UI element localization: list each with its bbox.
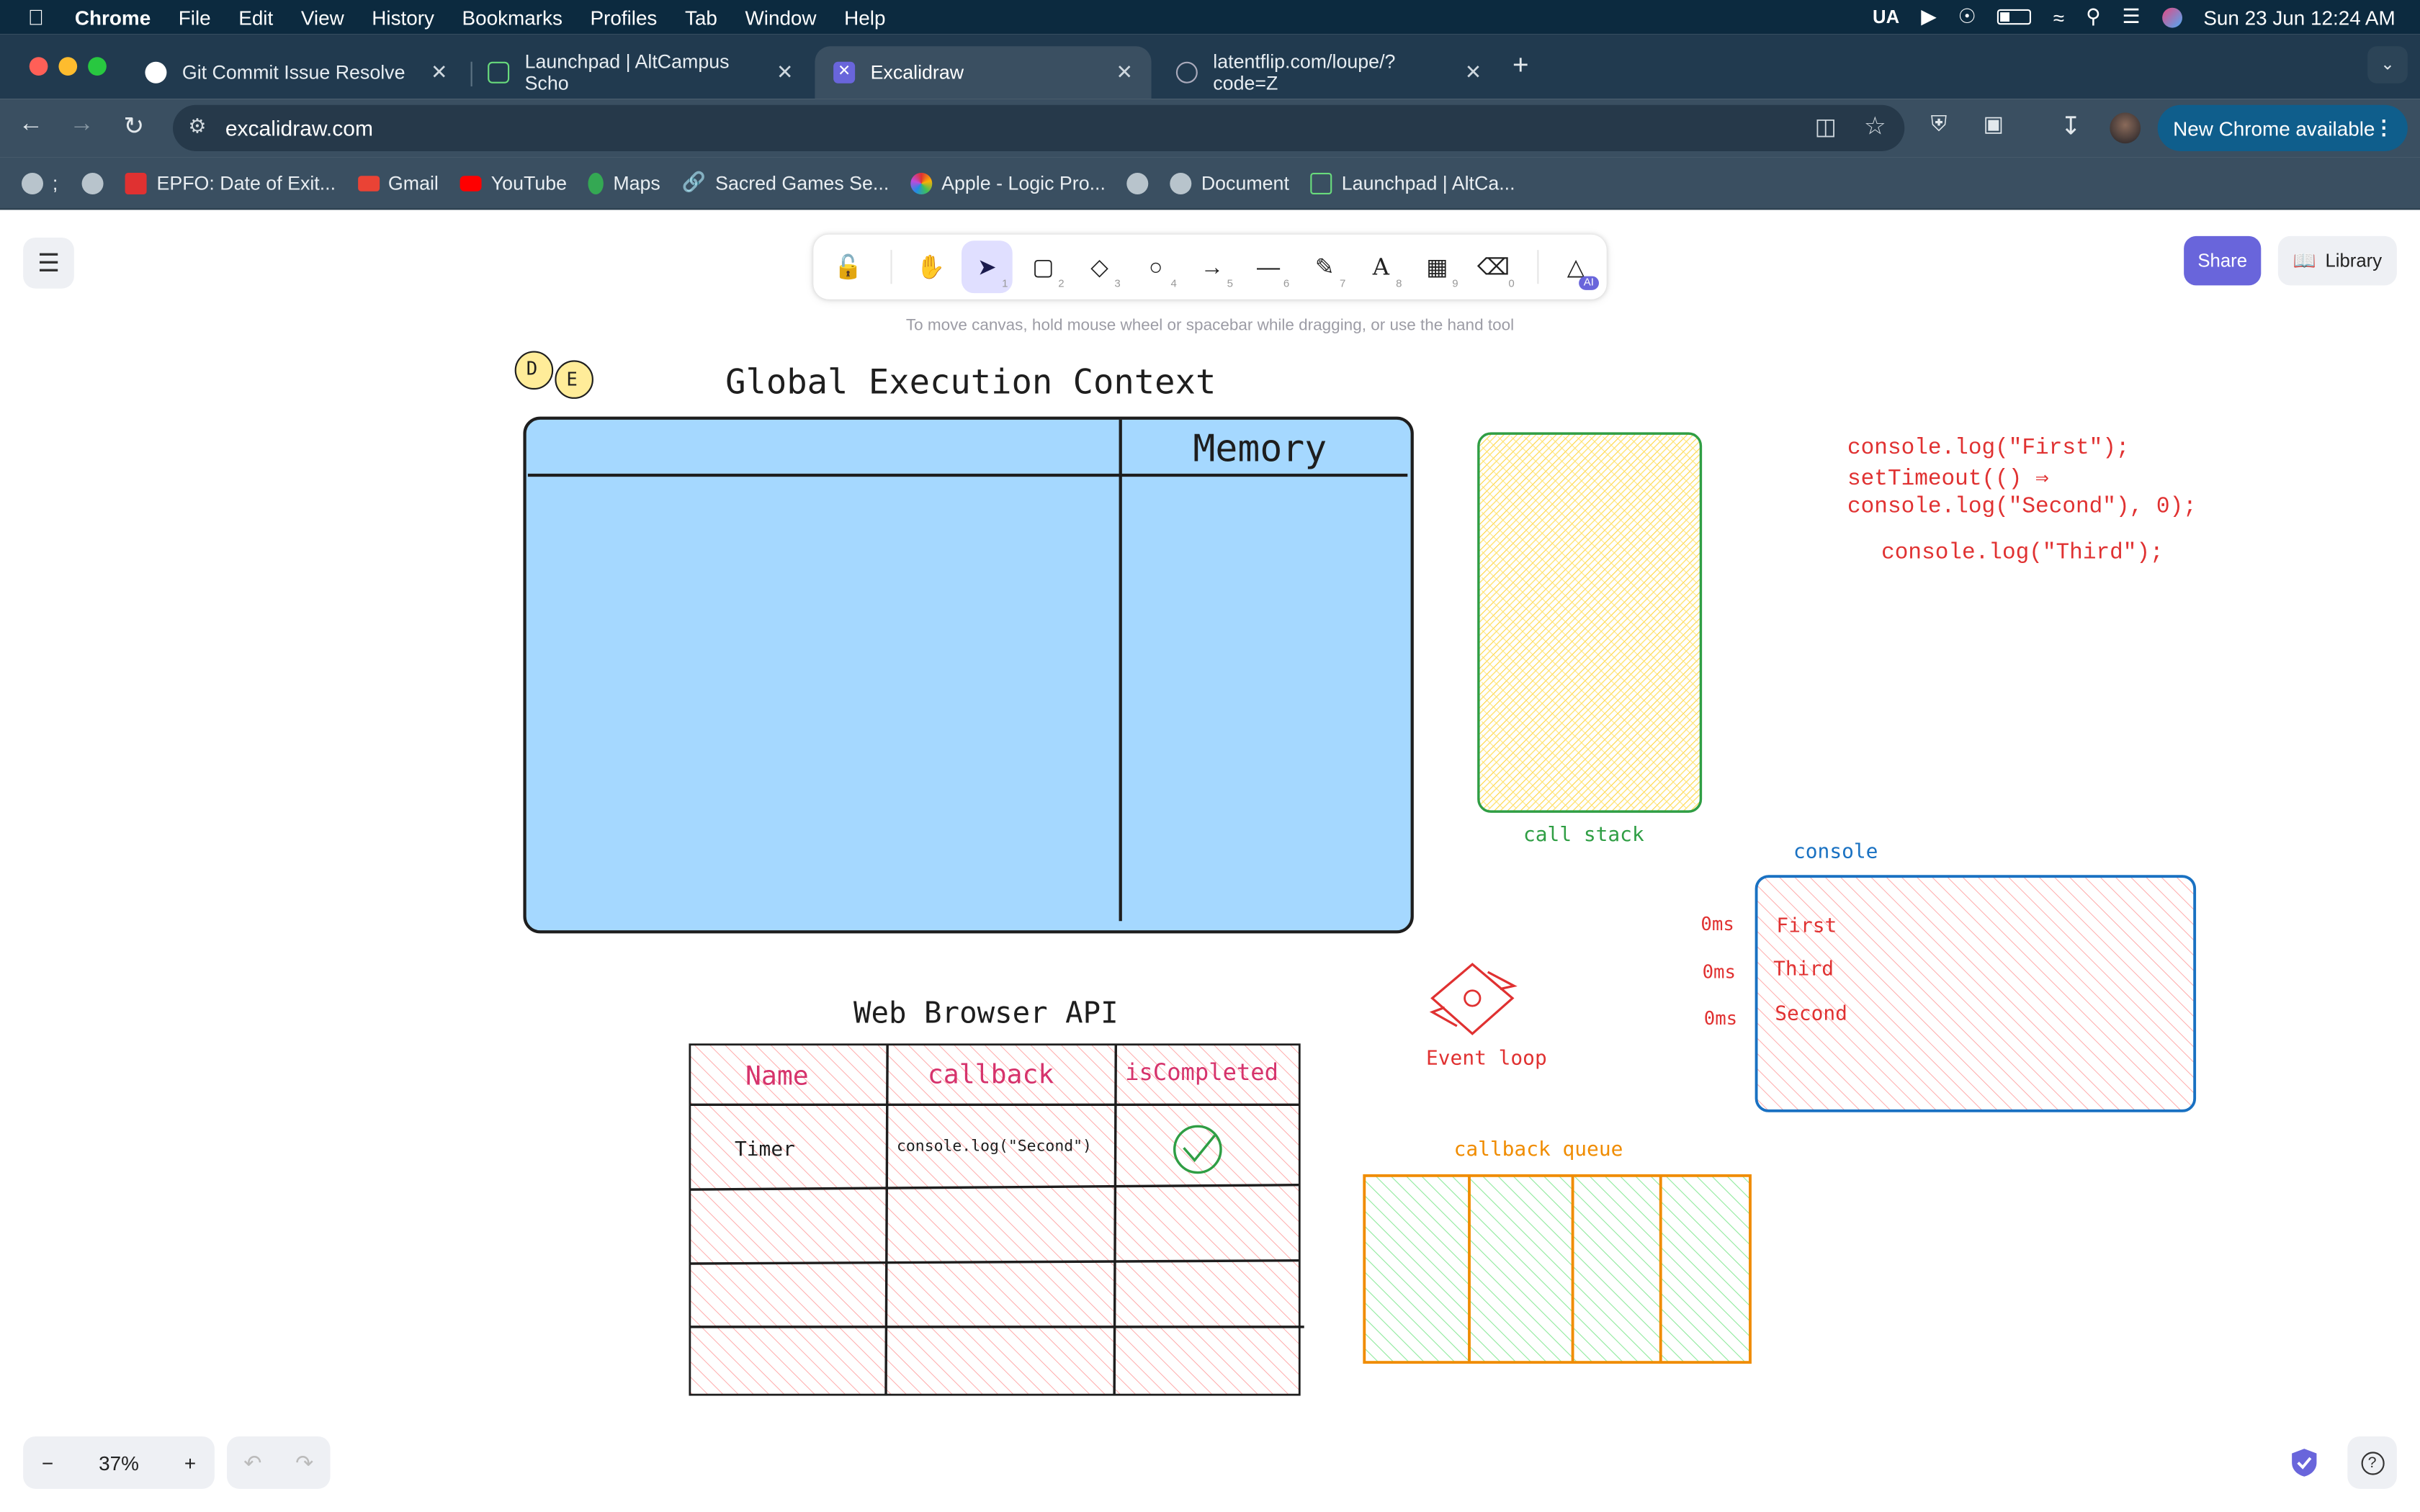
callback-queue-box[interactable] <box>1363 1174 1752 1364</box>
console-box[interactable] <box>1754 875 2197 1112</box>
drawing-layer <box>514 351 2197 1396</box>
memory-label[interactable]: Memory <box>1193 428 1327 471</box>
console-time[interactable]: 0ms <box>1704 1007 1737 1029</box>
table-header-name[interactable]: Name <box>745 1061 809 1092</box>
zoom-in-button[interactable]: + <box>184 1451 196 1474</box>
console-output-line[interactable]: Second <box>1775 1003 1847 1026</box>
table-header-iscompleted[interactable]: isCompleted <box>1125 1058 1278 1086</box>
encryption-shield-icon[interactable] <box>2290 1447 2318 1478</box>
help-button[interactable]: ? <box>2347 1436 2397 1489</box>
question-icon: ? <box>2360 1451 2384 1475</box>
collaborator-initial: E <box>566 369 578 391</box>
call-stack-crosshatch <box>1482 436 1698 809</box>
code-line[interactable]: console.log("Second"), 0); <box>1847 495 2197 520</box>
callback-queue-label[interactable]: callback queue <box>1454 1138 1623 1161</box>
undo-redo-controls: ↶ ↷ <box>227 1436 331 1489</box>
console-output-line[interactable]: Third <box>1773 958 1834 981</box>
redo-icon[interactable]: ↷ <box>295 1449 313 1475</box>
collaborator-initial: D <box>526 358 538 380</box>
call-stack-label[interactable]: call stack <box>1523 824 1644 847</box>
web-api-title[interactable]: Web Browser API <box>853 996 1119 1030</box>
code-line[interactable]: console.log("Third"); <box>1881 541 2164 566</box>
code-line[interactable]: console.log("First"); <box>1847 436 2130 461</box>
event-loop-label[interactable]: Event loop <box>1426 1048 1547 1071</box>
table-cell-name[interactable]: Timer <box>735 1138 795 1161</box>
console-time[interactable]: 0ms <box>1700 914 1734 935</box>
console-time[interactable]: 0ms <box>1703 961 1736 983</box>
web-api-table[interactable] <box>689 1043 1301 1396</box>
table-cell-callback[interactable]: console.log("Second") <box>897 1138 1092 1156</box>
table-col-rule <box>884 1044 889 1395</box>
undo-icon[interactable]: ↶ <box>243 1449 261 1475</box>
code-line[interactable]: setTimeout(() ⇒ <box>1847 466 2049 492</box>
gec-box[interactable] <box>523 416 1414 934</box>
event-loop-diamond[interactable] <box>1429 963 1518 1035</box>
console-output-line[interactable]: First <box>1776 915 1837 938</box>
table-header-callback[interactable]: callback <box>928 1060 1054 1091</box>
zoom-controls: − 37% + <box>23 1436 215 1489</box>
zoom-out-button[interactable]: − <box>42 1451 53 1474</box>
table-col-rule <box>1113 1044 1117 1395</box>
console-label[interactable]: console <box>1793 841 1878 864</box>
gec-title[interactable]: Global Execution Context <box>725 364 1216 403</box>
zoom-level[interactable]: 37% <box>99 1451 139 1474</box>
